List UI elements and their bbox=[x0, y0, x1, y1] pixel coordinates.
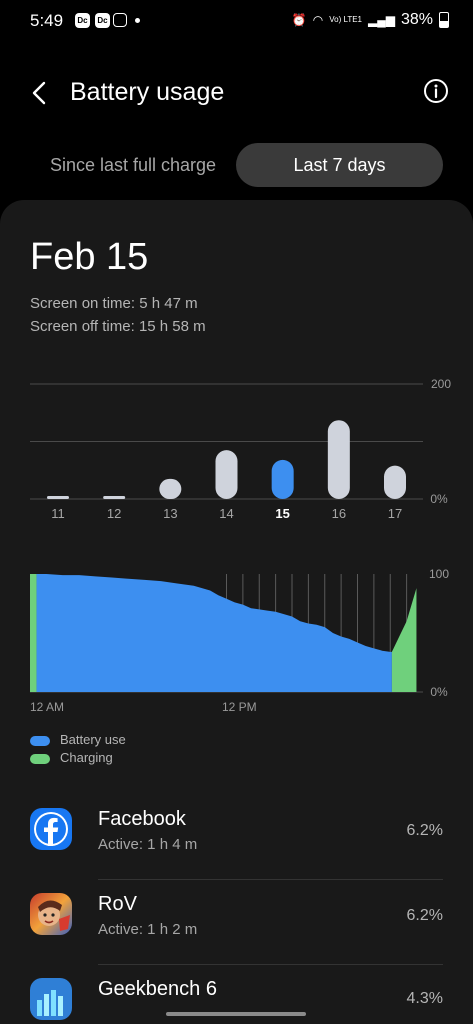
charging-area bbox=[391, 588, 417, 692]
bar-y-tick-label: 200 bbox=[431, 377, 451, 391]
bar-x-tick-label: 13 bbox=[163, 506, 177, 521]
bar-16 bbox=[327, 420, 350, 499]
bar-x-tick-label: 17 bbox=[388, 506, 402, 521]
bar-13 bbox=[159, 478, 182, 499]
app-name: RoV bbox=[98, 893, 137, 915]
legend-swatch-charging bbox=[30, 754, 50, 764]
legend-label: Battery use bbox=[60, 732, 126, 747]
bar-15 bbox=[271, 459, 294, 499]
bar-x-tick-label: 15 bbox=[275, 506, 289, 521]
app-row-rov[interactable]: RoV Active: 1 h 2 m 6.2% bbox=[0, 881, 473, 965]
app-name: Facebook bbox=[98, 808, 186, 830]
app-active-time: Active: 1 h 4 m bbox=[98, 836, 198, 853]
legend-battery-use: Battery use bbox=[30, 732, 230, 750]
app-name: Geekbench 6 bbox=[98, 978, 217, 1000]
legend-swatch-battery-use bbox=[30, 736, 50, 746]
app-row-facebook[interactable]: Facebook Active: 1 h 4 m 6.2% bbox=[0, 796, 473, 880]
app-active-time: Active: 1 h 2 m bbox=[98, 921, 198, 938]
gesture-nav-handle[interactable] bbox=[166, 1012, 306, 1016]
bar-x-tick-label: 14 bbox=[219, 506, 233, 521]
area-x-tick-label: 12 AM bbox=[30, 700, 64, 714]
divider bbox=[98, 879, 443, 880]
app-usage-percent: 6.2% bbox=[406, 822, 443, 839]
battery-use-area bbox=[36, 574, 392, 692]
area-y-tick-label: 0% bbox=[430, 685, 448, 699]
bar-x-tick-label: 16 bbox=[332, 506, 346, 521]
rov-game-icon bbox=[30, 893, 72, 935]
area-y-tick-label: 100 bbox=[429, 567, 449, 581]
bar-14 bbox=[215, 450, 238, 499]
facebook-icon bbox=[30, 808, 72, 850]
battery-charts: 200 0% 11 12 13 14 15 16 17 100 0% 12 AM 12 PM bbox=[30, 377, 451, 714]
bar-11 bbox=[47, 496, 69, 499]
legend-label: Charging bbox=[60, 750, 113, 765]
bar-x-tick-label: 12 bbox=[107, 506, 121, 521]
area-x-tick-label: 12 PM bbox=[222, 700, 257, 714]
bar-12 bbox=[103, 496, 126, 499]
geekbench-icon bbox=[30, 978, 72, 1020]
bar-17 bbox=[384, 465, 406, 499]
legend-charging: Charging bbox=[30, 750, 230, 768]
app-usage-percent: 6.2% bbox=[406, 907, 443, 924]
bar-x-tick-label: 11 bbox=[51, 506, 65, 521]
divider bbox=[98, 964, 443, 965]
bar-y-tick-label: 0% bbox=[430, 492, 448, 506]
app-usage-percent: 4.3% bbox=[406, 990, 443, 1007]
charging-area bbox=[30, 574, 37, 692]
